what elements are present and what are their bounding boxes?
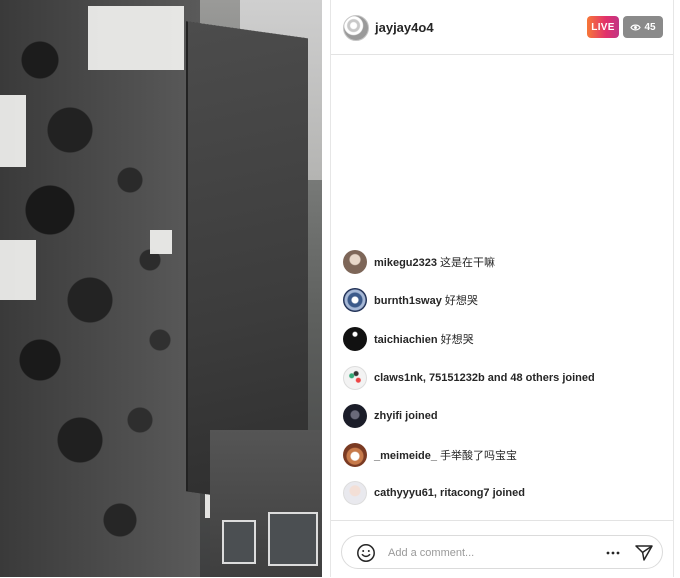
join-notice: cathyyyu61, ritacong7 joined [343, 481, 525, 505]
video-white-paper [150, 230, 172, 254]
comment-avatar[interactable] [343, 443, 367, 467]
comment-text: 这是在干嘛 [440, 257, 496, 269]
comment-item: _meimeide_ 手举酸了吗宝宝 [343, 443, 517, 467]
comment-item: mikegu2323 这是在干嘛 [343, 250, 495, 274]
live-header: jayjay4o4 LIVE 45 [331, 0, 673, 55]
comment-text: 手举酸了吗宝宝 [440, 450, 518, 462]
video-white-paper [0, 240, 36, 300]
comment-item: burnth1sway 好想哭 [343, 288, 478, 312]
comment-username[interactable]: burnth1sway [374, 295, 442, 307]
panel-divider [322, 0, 330, 577]
join-notice: zhyifi joined [343, 404, 438, 428]
video-white-paper [88, 6, 184, 70]
streamer-avatar[interactable] [343, 15, 369, 41]
comment-item: taichiachien 好想哭 [343, 327, 474, 351]
viewer-count-badge[interactable]: 45 [623, 16, 663, 38]
join-notice: claws1nk, 75151232b and 48 others joined [343, 366, 595, 390]
comment-avatar[interactable] [343, 327, 367, 351]
comment-avatar[interactable] [343, 404, 367, 428]
video-window [222, 520, 256, 564]
live-panel: jayjay4o4 LIVE 45 mikegu2323 这是在干嘛 burnt… [330, 0, 674, 577]
comment-input[interactable] [386, 542, 590, 564]
live-video[interactable] [0, 0, 322, 577]
comment-avatar[interactable] [343, 288, 367, 312]
smiley-icon[interactable] [356, 543, 376, 563]
comment-box [341, 535, 663, 569]
streamer-username[interactable]: jayjay4o4 [375, 20, 434, 35]
comment-avatar[interactable] [343, 250, 367, 274]
comment-avatar[interactable] [343, 481, 367, 505]
comment-username[interactable]: mikegu2323 [374, 257, 437, 269]
comment-text: 好想哭 [440, 334, 474, 346]
video-window [268, 512, 318, 566]
send-icon[interactable] [634, 543, 654, 563]
video-white-paper [0, 95, 26, 167]
comment-composer [331, 520, 673, 578]
live-badge: LIVE [587, 16, 619, 38]
comment-avatar[interactable] [343, 366, 367, 390]
comment-username[interactable]: taichiachien [374, 334, 438, 346]
comment-text: 好想哭 [444, 295, 478, 307]
join-notice-text: cathyyyu61, ritacong7 joined [374, 487, 525, 499]
more-icon[interactable] [604, 544, 622, 562]
eye-icon [630, 23, 642, 32]
comment-username[interactable]: _meimeide_ [374, 450, 437, 462]
join-notice-text: claws1nk, 75151232b and 48 others joined [374, 372, 595, 384]
viewer-count: 45 [644, 21, 656, 33]
join-notice-text: zhyifi joined [374, 410, 438, 422]
